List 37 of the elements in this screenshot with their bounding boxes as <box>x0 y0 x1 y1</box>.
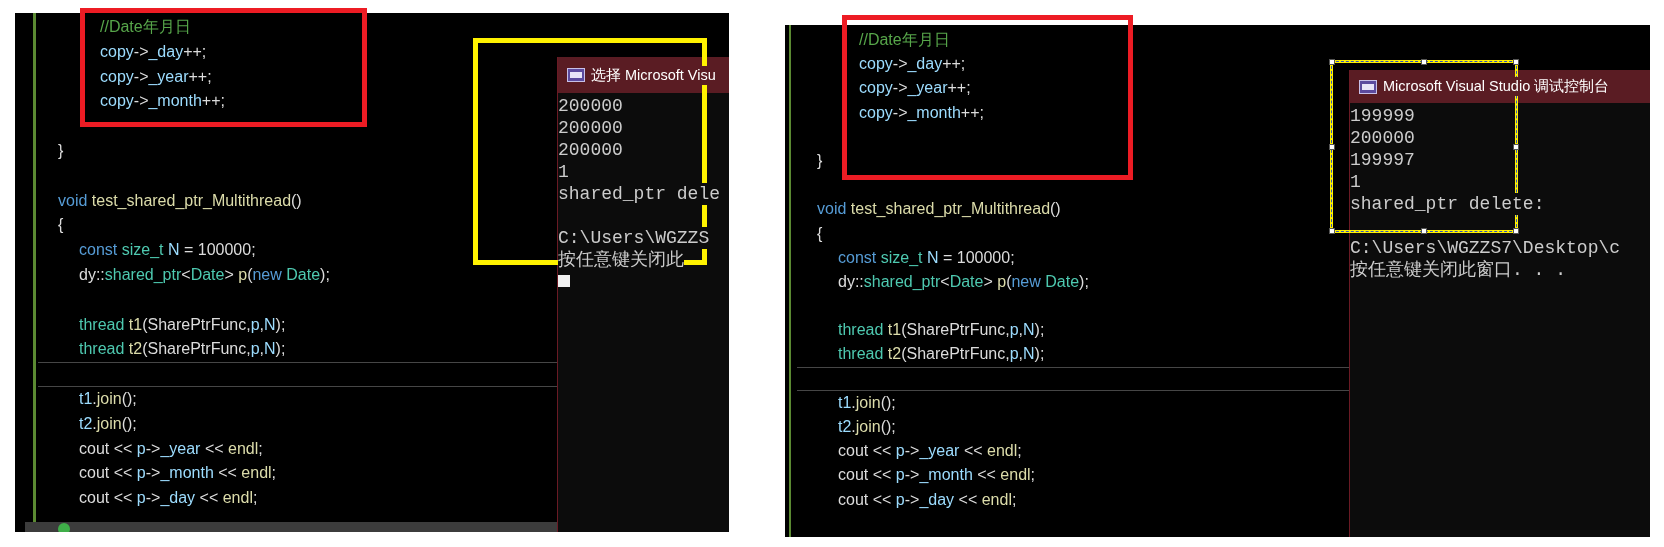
code-line: { <box>58 216 64 234</box>
code-line: cout << p->_year << endl; <box>78 439 263 457</box>
code-line: t2.join(); <box>837 418 896 435</box>
code-line: cout << p->_day << endl; <box>78 489 258 507</box>
code-line: thread t2(SharePtrFunc,p,N); <box>837 345 1045 363</box>
code-line: thread t2(SharePtrFunc,p,N); <box>78 340 286 358</box>
code-line: copy->_day++; <box>99 42 207 60</box>
console-icon <box>1359 79 1377 94</box>
code-line: cout << p->_year << endl; <box>837 442 1022 460</box>
code-line: t2.join(); <box>78 414 137 432</box>
code-line: void test_shared_ptr_Multithread() <box>817 200 1061 218</box>
code-line: thread t1(SharePtrFunc,p,N); <box>837 321 1045 339</box>
code-line: t1.join(); <box>837 393 896 411</box>
status-icon <box>57 522 71 532</box>
code-line: copy->_month++; <box>858 103 984 121</box>
code-line: { <box>817 224 823 242</box>
console-title: Microsoft Visual Studio 调试控制台 <box>1383 77 1610 96</box>
code-line: t1.join(); <box>78 389 137 407</box>
code-line: thread t1(SharePtrFunc,p,N); <box>78 315 286 333</box>
code-line: dy::shared_ptr<Date> p(new Date); <box>78 265 330 283</box>
code-line: //Date年月日 <box>99 18 191 35</box>
code-line: //Date年月日 <box>858 31 950 48</box>
code-line: dy::shared_ptr<Date> p(new Date); <box>837 272 1089 290</box>
code-line: copy->_year++; <box>99 67 212 85</box>
code-line: cout << p->_month << endl; <box>837 466 1036 484</box>
code-line: void test_shared_ptr_Multithread() <box>58 191 302 209</box>
code-line: copy->_month++; <box>99 92 225 110</box>
code-line: const size_t N = 100000; <box>837 248 1015 266</box>
code-line: cout << p->_day << endl; <box>837 490 1017 508</box>
code-line: copy->_year++; <box>858 79 971 97</box>
code-line: } <box>58 142 64 159</box>
code-line: cout << p->_month << endl; <box>78 464 277 482</box>
code-line: } <box>817 151 823 169</box>
console-title: 选择 Microsoft Visu <box>591 65 716 85</box>
console-icon <box>567 68 585 82</box>
code-line: copy->_day++; <box>858 55 966 73</box>
code-line: const size_t N = 100000; <box>78 241 256 259</box>
